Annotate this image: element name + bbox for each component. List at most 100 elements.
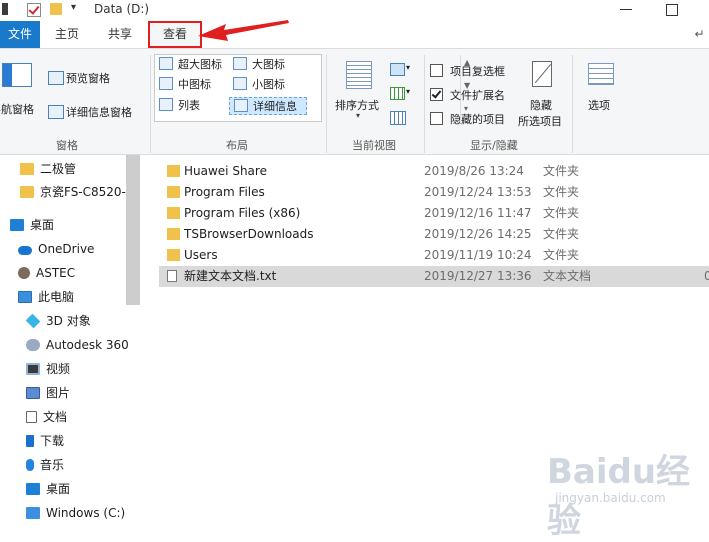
folder-icon	[167, 249, 180, 261]
nav-item-music[interactable]: 音乐	[26, 454, 64, 476]
group-label-panes: 窗格	[56, 139, 78, 152]
nav-item-autodesk[interactable]: Autodesk 360	[26, 334, 129, 356]
preview-pane-button[interactable]: 预览窗格	[46, 67, 146, 89]
layout-medium-icons[interactable]: 中图标	[159, 76, 231, 94]
file-date: 2019/12/16 11:47	[424, 206, 532, 220]
drive-icon	[26, 507, 40, 519]
layout-item-label: 列表	[178, 99, 200, 112]
picture-icon	[26, 387, 40, 399]
document-icon	[26, 411, 37, 423]
layout-details[interactable]: 详细信息	[229, 97, 307, 115]
hidden-items-toggle[interactable]: 隐藏的项目	[430, 109, 520, 127]
desktop-icon	[26, 483, 40, 495]
tab-home[interactable]: 主页	[44, 21, 90, 48]
nav-item-documents[interactable]: 文档	[26, 406, 67, 428]
nav-item-downloads[interactable]: 下载	[26, 430, 64, 452]
details-pane-button[interactable]: 详细信息窗格	[46, 101, 146, 123]
tab-file[interactable]: 文件	[0, 21, 40, 48]
group-by-icon	[390, 63, 405, 76]
file-type: 文件夹	[543, 227, 580, 241]
nav-item-3d-objects[interactable]: 3D 对象	[25, 310, 91, 332]
item-checkboxes-checkbox[interactable]	[430, 64, 443, 77]
file-name: Program Files (x86)	[184, 206, 301, 220]
table-row[interactable]: Program Files 2019/12/24 13:53 文件夹	[159, 182, 709, 203]
text-file-icon	[167, 270, 177, 282]
computer-icon	[18, 291, 32, 303]
layout-extra-large-icons[interactable]: 超大图标	[159, 56, 231, 74]
nav-item-label: Windows (C:)	[46, 506, 126, 520]
title-bar: ▾ Data (D:)	[0, 0, 709, 21]
download-icon	[26, 435, 34, 447]
file-type: 文件夹	[543, 164, 580, 178]
add-columns-icon	[390, 87, 405, 100]
nav-item-user[interactable]: ASTEC	[18, 262, 75, 284]
nav-item-label: 文档	[43, 410, 68, 424]
cube-icon	[25, 313, 41, 329]
watermark: Baidu经验 jingyan.baidu.com	[547, 444, 709, 541]
hidden-items-checkbox[interactable]	[430, 112, 443, 125]
group-separator	[326, 55, 327, 153]
maximize-icon[interactable]	[666, 4, 678, 16]
nav-item-desktop[interactable]: 桌面	[10, 214, 54, 236]
file-name: TSBrowserDownloads	[184, 227, 314, 241]
file-name: Users	[184, 248, 218, 262]
table-row[interactable]: Program Files (x86) 2019/12/16 11:47 文件夹	[159, 203, 709, 224]
nav-item-desktop-pc[interactable]: 桌面	[26, 478, 70, 500]
minimize-icon[interactable]	[620, 9, 632, 10]
ribbon-panel: 导航窗格 预览窗格 详细信息窗格 窗格 超大图标 大图标 中图标 小图标 列表 …	[0, 48, 709, 155]
table-row-selected[interactable]: 新建文本文档.txt 2019/12/27 13:36 文本文档 0	[159, 266, 709, 287]
preview-pane-label: 预览窗格	[66, 72, 110, 85]
nav-item-folder[interactable]: 京瓷FS-C8520-F	[20, 181, 133, 203]
tab-share[interactable]: 共享	[96, 21, 144, 48]
file-extensions-checkbox[interactable]	[430, 88, 443, 101]
group-by-button[interactable]: ▾	[390, 61, 416, 79]
nav-item-label: 二极管	[40, 162, 77, 176]
properties-icon[interactable]	[27, 3, 41, 17]
sort-by-button[interactable]: 排序方式 ▾	[332, 57, 386, 127]
list-icon	[159, 98, 173, 111]
item-checkboxes-toggle[interactable]: 项目复选框	[430, 61, 520, 79]
size-columns-button[interactable]	[390, 109, 408, 127]
layout-list[interactable]: 列表	[159, 97, 231, 115]
layout-small-icons[interactable]: 小图标	[233, 76, 305, 94]
nav-item-label: Autodesk 360	[46, 338, 129, 352]
tab-view[interactable]: 查看	[148, 21, 202, 48]
hidden-items-label: 隐藏的项目	[450, 113, 505, 126]
nav-item-windows-drive[interactable]: Windows (C:)	[26, 502, 125, 524]
layout-item-label: 详细信息	[253, 100, 297, 113]
table-row[interactable]: TSBrowserDownloads 2019/12/26 14:25 文件夹	[159, 224, 709, 245]
file-extensions-toggle[interactable]: 文件扩展名	[430, 85, 520, 103]
add-columns-button[interactable]: ▾	[390, 85, 416, 103]
table-row[interactable]: Huawei Share 2019/8/26 13:24 文件夹	[159, 161, 709, 182]
app-icon	[2, 3, 8, 15]
new-folder-icon[interactable]	[50, 3, 62, 15]
nav-item-folder[interactable]: 二极管	[20, 158, 76, 180]
music-icon	[26, 459, 34, 471]
file-name: Huawei Share	[184, 164, 267, 178]
nav-pane-button[interactable]: 导航窗格	[0, 55, 42, 127]
file-type: 文件夹	[543, 206, 580, 220]
folder-icon	[167, 207, 180, 219]
options-label: 选项	[588, 99, 610, 112]
folder-icon	[167, 186, 180, 198]
nav-pane-scrollbar[interactable]	[126, 155, 140, 305]
ribbon-expand-icon[interactable]: ↵	[690, 21, 709, 48]
options-button[interactable]: 选项	[580, 57, 622, 129]
nav-item-videos[interactable]: 视频	[26, 358, 70, 380]
video-icon	[26, 363, 40, 375]
small-icons-icon	[233, 77, 247, 90]
nav-item-this-pc[interactable]: 此电脑	[18, 286, 74, 308]
nav-item-pictures[interactable]: 图片	[26, 382, 70, 404]
nav-item-label: 视频	[46, 362, 71, 376]
layout-large-icons[interactable]: 大图标	[233, 56, 305, 74]
quick-access-dropdown-icon[interactable]: ▾	[71, 2, 81, 14]
file-name: Program Files	[184, 185, 265, 199]
hide-selected-button[interactable]: 隐藏 所选项目	[518, 57, 568, 129]
file-name: 新建文本文档.txt	[184, 269, 277, 283]
nav-item-onedrive[interactable]: OneDrive	[18, 238, 94, 260]
nav-pane-icon	[2, 63, 32, 87]
hide-selected-label-1: 隐藏	[530, 99, 552, 112]
autodesk-icon	[26, 339, 40, 351]
file-date: 2019/12/27 13:36	[424, 269, 532, 283]
table-row[interactable]: Users 2019/11/19 10:24 文件夹	[159, 245, 709, 266]
